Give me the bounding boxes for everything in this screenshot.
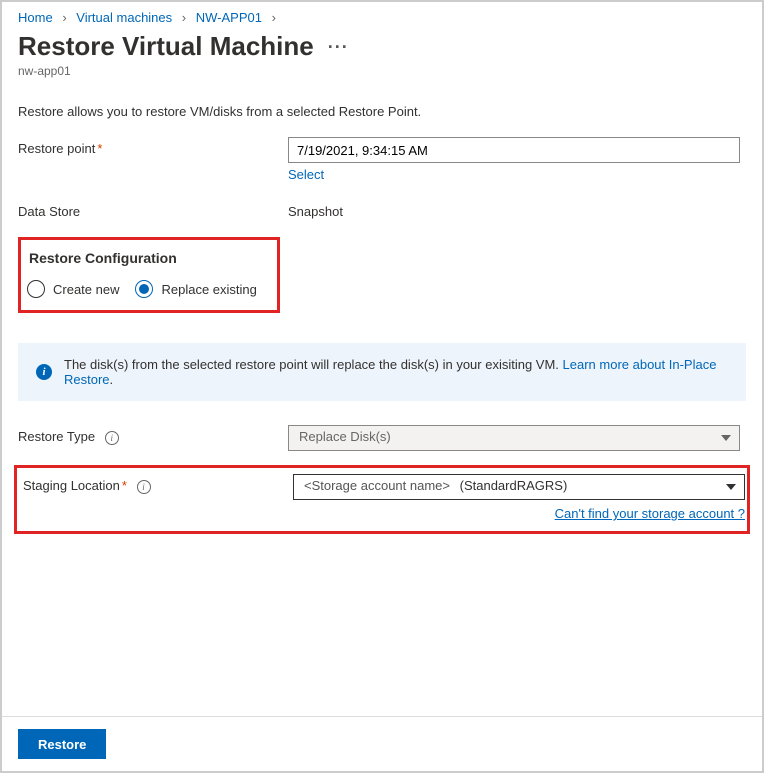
restore-configuration-title: Restore Configuration [29,250,265,266]
chevron-down-icon [721,435,731,441]
page-description: Restore allows you to restore VM/disks f… [18,104,746,119]
staging-location-dropdown[interactable]: <Storage account name> (StandardRAGRS) [293,474,745,500]
staging-help-link[interactable]: Can't find your storage account ? [293,506,745,521]
breadcrumb: Home › Virtual machines › NW-APP01 › [18,10,746,25]
restore-point-label: Restore point* [18,137,288,156]
breadcrumb-home[interactable]: Home [18,10,53,25]
info-circle-icon[interactable]: i [105,431,119,445]
chevron-down-icon [726,484,736,490]
restore-button[interactable]: Restore [18,729,106,759]
info-icon: i [36,364,52,380]
restore-type-dropdown[interactable]: Replace Disk(s) [288,425,740,451]
staging-location-label: Staging Location* i [19,474,293,494]
footer: Restore [2,716,762,771]
more-icon[interactable]: ··· [328,38,349,56]
radio-create-new-label: Create new [53,282,119,297]
restore-type-label: Restore Type i [18,425,288,445]
restore-point-select-link[interactable]: Select [288,167,740,182]
staging-location-section: Staging Location* i <Storage account nam… [14,465,750,534]
radio-replace-existing[interactable]: Replace existing [135,280,256,298]
data-store-value: Snapshot [288,200,343,219]
radio-icon [27,280,45,298]
chevron-right-icon: › [182,10,186,25]
info-banner: i The disk(s) from the selected restore … [18,343,746,401]
chevron-right-icon: › [62,10,66,25]
restore-type-value: Replace Disk(s) [299,429,391,444]
info-banner-text: The disk(s) from the selected restore po… [64,357,563,372]
breadcrumb-vm-name[interactable]: NW-APP01 [196,10,262,25]
staging-location-placeholder: <Storage account name> [304,478,450,493]
restore-configuration-section: Restore Configuration Create new Replace… [18,237,280,313]
chevron-right-icon: › [272,10,276,25]
radio-icon [135,280,153,298]
data-store-label: Data Store [18,200,288,219]
page-subtitle: nw-app01 [18,64,746,78]
staging-location-sku: (StandardRAGRS) [460,478,568,493]
radio-replace-existing-label: Replace existing [161,282,256,297]
breadcrumb-virtual-machines[interactable]: Virtual machines [76,10,172,25]
radio-create-new[interactable]: Create new [27,280,119,298]
restore-point-input[interactable] [288,137,740,163]
info-circle-icon[interactable]: i [137,480,151,494]
page-title: Restore Virtual Machine ··· [18,31,746,62]
